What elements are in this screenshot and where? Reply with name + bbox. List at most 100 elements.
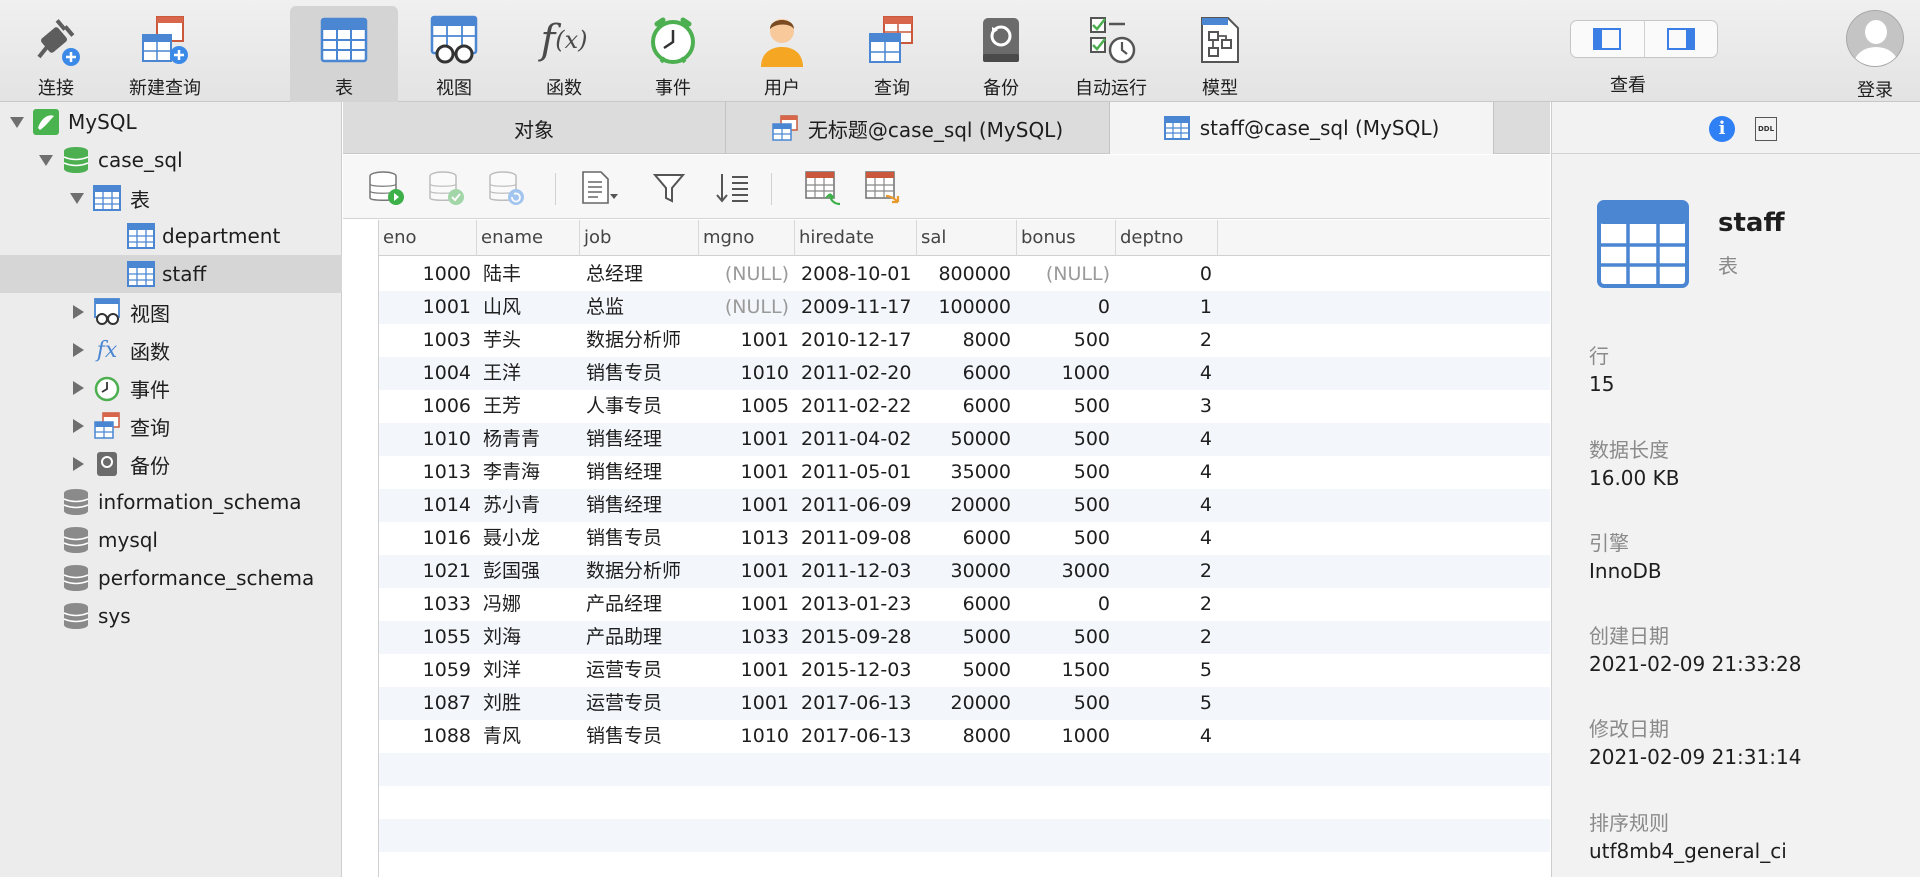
table-row[interactable]: 1014 苏小青 销售经理 1001 2011-06-09 20000 500 4: [379, 489, 1550, 522]
disclosure-right-icon[interactable]: [73, 419, 84, 433]
cell-mgno[interactable]: 1001: [699, 324, 789, 357]
cell-hiredate[interactable]: 2010-12-17: [801, 324, 917, 357]
disclosure-right-icon[interactable]: [73, 381, 84, 395]
tree-database-performance-schema[interactable]: performance_schema: [0, 559, 342, 597]
begin-transaction-button[interactable]: [367, 169, 407, 207]
toolbar-user-button[interactable]: 用户: [728, 6, 836, 102]
cell-mgno[interactable]: 1001: [699, 456, 789, 489]
cell-ename[interactable]: 聂小龙: [483, 522, 580, 555]
cell-eno[interactable]: 1000: [379, 258, 471, 291]
cell-deptno[interactable]: 5: [1116, 687, 1212, 720]
cell-job[interactable]: 销售经理: [586, 456, 699, 489]
cell-sal[interactable]: 35000: [917, 456, 1011, 489]
cell-job[interactable]: 销售专员: [586, 522, 699, 555]
column-header-job[interactable]: job: [580, 220, 699, 256]
cell-job[interactable]: 人事专员: [586, 390, 699, 423]
ddl-icon[interactable]: DDL: [1755, 117, 1777, 141]
table-row[interactable]: 1003 芋头 数据分析师 1001 2010-12-17 8000 500 2: [379, 324, 1550, 357]
commit-button[interactable]: [427, 169, 467, 207]
cell-hiredate[interactable]: 2011-02-20: [801, 357, 917, 390]
cell-eno[interactable]: 1010: [379, 423, 471, 456]
cell-ename[interactable]: 李青海: [483, 456, 580, 489]
cell-deptno[interactable]: 4: [1116, 522, 1212, 555]
cell-deptno[interactable]: 2: [1116, 588, 1212, 621]
cell-sal[interactable]: 20000: [917, 687, 1011, 720]
cell-bonus[interactable]: 1000: [1017, 720, 1110, 753]
tab-objects[interactable]: 对象: [343, 102, 726, 154]
column-header-bonus[interactable]: bonus: [1017, 220, 1116, 256]
cell-ename[interactable]: 杨青青: [483, 423, 580, 456]
tab-untitled-query[interactable]: 无标题@case_sql (MySQL): [726, 102, 1110, 154]
cell-sal[interactable]: 20000: [917, 489, 1011, 522]
cell-mgno[interactable]: (NULL): [699, 291, 789, 324]
disclosure-down-icon[interactable]: [39, 155, 53, 166]
table-row[interactable]: 1004 王洋 销售专员 1010 2011-02-20 6000 1000 4: [379, 357, 1550, 390]
tree-database-case-sql[interactable]: case_sql: [0, 141, 342, 179]
cell-hiredate[interactable]: 2011-06-09: [801, 489, 917, 522]
cell-eno[interactable]: 1016: [379, 522, 471, 555]
cell-eno[interactable]: 1088: [379, 720, 471, 753]
cell-ename[interactable]: 刘洋: [483, 654, 580, 687]
cell-sal[interactable]: 8000: [917, 720, 1011, 753]
cell-bonus[interactable]: 0: [1017, 291, 1110, 324]
cell-deptno[interactable]: 4: [1116, 489, 1212, 522]
cell-hiredate[interactable]: 2008-10-01: [801, 258, 917, 291]
table-row[interactable]: 1001 山风 总监 (NULL) 2009-11-17 100000 0 1: [379, 291, 1550, 324]
cell-deptno[interactable]: 4: [1116, 423, 1212, 456]
cell-sal[interactable]: 5000: [917, 654, 1011, 687]
cell-hiredate[interactable]: 2015-09-28: [801, 621, 917, 654]
filter-button[interactable]: [649, 169, 689, 207]
cell-job[interactable]: 数据分析师: [586, 555, 699, 588]
tree-database-mysql[interactable]: mysql: [0, 521, 342, 559]
toolbar-view-button[interactable]: 视图: [400, 6, 508, 102]
cell-eno[interactable]: 1004: [379, 357, 471, 390]
cell-mgno[interactable]: 1001: [699, 588, 789, 621]
cell-bonus[interactable]: 0: [1017, 588, 1110, 621]
cell-ename[interactable]: 刘胜: [483, 687, 580, 720]
cell-ename[interactable]: 王芳: [483, 390, 580, 423]
table-row[interactable]: 1006 王芳 人事专员 1005 2011-02-22 6000 500 3: [379, 390, 1550, 423]
table-row[interactable]: 1088 青风 销售专员 1010 2017-06-13 8000 1000 4: [379, 720, 1550, 753]
tab-staff-table[interactable]: staff@case_sql (MySQL): [1110, 102, 1494, 154]
column-header-eno[interactable]: eno: [379, 220, 477, 256]
cell-hiredate[interactable]: 2013-01-23: [801, 588, 917, 621]
login-button[interactable]: 登录: [1838, 10, 1912, 102]
cell-bonus[interactable]: 1000: [1017, 357, 1110, 390]
cell-bonus[interactable]: 500: [1017, 621, 1110, 654]
cell-sal[interactable]: 6000: [917, 357, 1011, 390]
cell-mgno[interactable]: 1001: [699, 654, 789, 687]
cell-sal[interactable]: 50000: [917, 423, 1011, 456]
cell-sal[interactable]: 6000: [917, 522, 1011, 555]
cell-sal[interactable]: 6000: [917, 588, 1011, 621]
table-row[interactable]: 1055 刘海 产品助理 1033 2015-09-28 5000 500 2: [379, 621, 1550, 654]
table-row[interactable]: 1013 李青海 销售经理 1001 2011-05-01 35000 500 4: [379, 456, 1550, 489]
cell-job[interactable]: 产品助理: [586, 621, 699, 654]
cell-ename[interactable]: 苏小青: [483, 489, 580, 522]
cell-eno[interactable]: 1059: [379, 654, 471, 687]
cell-eno[interactable]: 1055: [379, 621, 471, 654]
cell-sal[interactable]: 30000: [917, 555, 1011, 588]
tree-group-queries[interactable]: 查询: [0, 407, 342, 445]
cell-bonus[interactable]: (NULL): [1017, 258, 1110, 291]
cell-ename[interactable]: 青风: [483, 720, 580, 753]
table-row[interactable]: 1000 陆丰 总经理 (NULL) 2008-10-01 800000 (NULL) 0: [379, 258, 1550, 291]
tree-group-functions[interactable]: fx 函数: [0, 331, 342, 369]
table-row[interactable]: [379, 786, 1550, 819]
cell-mgno[interactable]: 1033: [699, 621, 789, 654]
table-row[interactable]: 1010 杨青青 销售经理 1001 2011-04-02 50000 500 4: [379, 423, 1550, 456]
cell-bonus[interactable]: 3000: [1017, 555, 1110, 588]
toolbar-event-button[interactable]: 事件: [619, 6, 727, 102]
cell-deptno[interactable]: 2: [1116, 555, 1212, 588]
cell-mgno[interactable]: 1010: [699, 357, 789, 390]
cell-mgno[interactable]: 1013: [699, 522, 789, 555]
cell-sal[interactable]: 6000: [917, 390, 1011, 423]
table-row[interactable]: 1016 聂小龙 销售专员 1013 2011-09-08 6000 500 4: [379, 522, 1550, 555]
cell-job[interactable]: 销售专员: [586, 357, 699, 390]
tree-database-information-schema[interactable]: information_schema: [0, 483, 342, 521]
cell-job[interactable]: 销售经理: [586, 489, 699, 522]
cell-hiredate[interactable]: 2011-12-03: [801, 555, 917, 588]
cell-ename[interactable]: 彭国强: [483, 555, 580, 588]
cell-job[interactable]: 总监: [586, 291, 699, 324]
disclosure-down-icon[interactable]: [10, 117, 24, 128]
cell-hiredate[interactable]: 2011-05-01: [801, 456, 917, 489]
